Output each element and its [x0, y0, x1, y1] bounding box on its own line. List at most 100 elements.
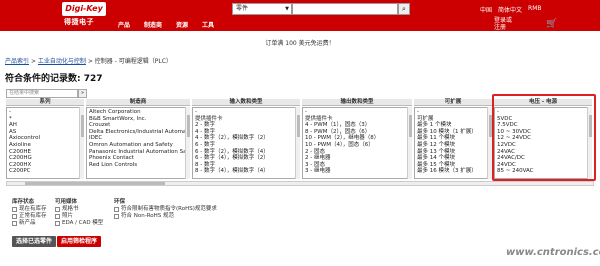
- checkbox[interactable]: [55, 214, 60, 219]
- list-item[interactable]: 最多 1 个模块: [417, 122, 489, 129]
- list-item[interactable]: IDEC: [89, 135, 187, 142]
- checkbox-option[interactable]: 照片: [55, 213, 103, 220]
- list-item[interactable]: 4 - 数字（2），模拟数字（2）: [195, 135, 297, 142]
- facet-scrollbar[interactable]: [295, 107, 300, 179]
- list-item[interactable]: 5VDC: [497, 116, 589, 123]
- digikey-logo[interactable]: Digi-Key: [62, 2, 106, 16]
- checkbox-option[interactable]: 符合限制有害物质指令(RoHS)规范要求: [114, 206, 217, 213]
- checkbox[interactable]: [12, 214, 17, 219]
- list-item[interactable]: *: [9, 116, 81, 123]
- checkbox[interactable]: [12, 207, 17, 212]
- list-item[interactable]: -: [9, 109, 81, 116]
- locale-bar: 中国 简体中文 RMB: [480, 5, 542, 14]
- list-item[interactable]: 3 - 继电器: [305, 168, 409, 175]
- search-icon[interactable]: ⌕: [398, 3, 410, 15]
- filter-search-button[interactable]: »: [78, 89, 87, 98]
- facet-scrollbar[interactable]: [487, 107, 492, 179]
- list-item[interactable]: Panasonic Industrial Automation Sales: [89, 149, 189, 156]
- list-item[interactable]: 最多 11 个模块: [417, 135, 489, 142]
- checkbox-option[interactable]: 新产品: [12, 220, 47, 227]
- facet-scrollbar[interactable]: [587, 107, 592, 179]
- list-item[interactable]: -: [497, 109, 589, 116]
- facet-list[interactable]: - 5VDC 7.5VDC 10 ~ 30VDC 12 ~ 24VDC 12VD…: [494, 107, 592, 179]
- list-item[interactable]: 12 ~ 24VDC: [497, 135, 589, 142]
- facet-list[interactable]: - 提供插件卡 2 - 数字 4 - 数字 4 - 数字（2），模拟数字（2） …: [192, 107, 300, 179]
- list-item[interactable]: C200HX: [9, 162, 81, 169]
- checkbox[interactable]: [55, 221, 60, 226]
- list-item[interactable]: -: [417, 109, 489, 116]
- facet-scrollbar[interactable]: [79, 107, 84, 179]
- list-item[interactable]: 10 - PWM（4），固态（6）: [305, 142, 409, 149]
- checkbox[interactable]: [114, 207, 119, 212]
- checkbox-option[interactable]: 符合 Non-RoHS 规范: [114, 213, 217, 220]
- checkbox-label: 现在有库存: [19, 206, 47, 212]
- login-link[interactable]: 登录或: [494, 17, 512, 24]
- list-item[interactable]: C200HE: [9, 149, 81, 156]
- list-item[interactable]: 6 - 数字: [195, 142, 297, 149]
- nav-products[interactable]: 产品: [118, 20, 130, 29]
- list-item[interactable]: 最多 12 个模块: [417, 142, 489, 149]
- locale-currency[interactable]: RMB: [528, 5, 541, 14]
- apply-selected-button[interactable]: 选择已选零件: [12, 236, 57, 247]
- list-item[interactable]: AS: [9, 129, 81, 136]
- list-item[interactable]: 12VDC: [497, 142, 589, 149]
- breadcrumb-product-index[interactable]: 产品索引: [5, 58, 29, 65]
- checkbox-option[interactable]: 正常有库存: [12, 213, 47, 220]
- search-scope-select[interactable]: 零件 ▼: [232, 3, 292, 15]
- list-item[interactable]: 8 - 数字（4），模拟数字（4）: [195, 168, 297, 175]
- list-item[interactable]: Altech Corporation: [89, 109, 187, 116]
- list-item[interactable]: B&B SmartWorx, Inc.: [89, 116, 187, 123]
- list-item[interactable]: Omron Automation and Safety: [89, 142, 187, 149]
- list-item[interactable]: AH: [9, 122, 81, 129]
- facet-scrollbar[interactable]: [185, 107, 190, 179]
- checkbox-option[interactable]: EDA / CAD 模型: [55, 220, 103, 227]
- list-item[interactable]: 7.5VDC: [497, 122, 589, 129]
- list-item[interactable]: -: [195, 109, 297, 116]
- list-item[interactable]: Axiocontrol: [9, 135, 81, 142]
- checkbox[interactable]: [55, 207, 60, 212]
- list-item[interactable]: -: [305, 109, 409, 116]
- list-item[interactable]: Red Lion Controls: [89, 162, 187, 169]
- list-item[interactable]: 最多 16 模块（3 扩展）: [417, 168, 489, 175]
- nav-tools[interactable]: 工具: [202, 20, 214, 29]
- checkbox[interactable]: [12, 221, 17, 226]
- list-item[interactable]: 2 - 继电器: [305, 155, 409, 162]
- nav-resources[interactable]: 资源: [176, 20, 188, 29]
- list-item[interactable]: 24VDC: [497, 162, 589, 169]
- facet-scrollbar[interactable]: [407, 107, 412, 179]
- locale-language[interactable]: 简体中文: [498, 5, 522, 14]
- checkbox-option[interactable]: 规格书: [55, 206, 103, 213]
- list-item[interactable]: 24VAC/DC: [497, 155, 589, 162]
- list-item[interactable]: Phoenix Contact: [89, 155, 187, 162]
- checkbox-option[interactable]: 现在有库存: [12, 206, 47, 213]
- facet-list[interactable]: - 提供插件卡 4 - PWM（1），固态（3） 8 - PWM（2），固态（6…: [302, 107, 412, 179]
- breadcrumb-industrial[interactable]: 工业自动化与控制: [38, 58, 86, 65]
- reset-filter-button[interactable]: 启用筛检程序: [57, 236, 102, 247]
- horizontal-scrollbar[interactable]: [6, 181, 594, 186]
- facet-list[interactable]: Altech Corporation B&B SmartWorx, Inc. C…: [86, 107, 190, 179]
- list-item[interactable]: Axioline: [9, 142, 81, 149]
- login-register[interactable]: 登录或 注册: [494, 17, 512, 31]
- list-item[interactable]: Crouzet: [89, 122, 187, 129]
- list-item[interactable]: 24VAC: [497, 149, 589, 156]
- search-input[interactable]: [292, 3, 398, 15]
- facet-list[interactable]: - * AH AS Axiocontrol Axioline C200HE C2…: [6, 107, 84, 179]
- list-item[interactable]: 2 - 数字: [195, 122, 297, 129]
- facet-list[interactable]: - 可扩展 最多 1 个模块 最多 10 模块（1 扩展） 最多 11 个模块 …: [414, 107, 492, 179]
- list-item[interactable]: C200PC: [9, 168, 81, 175]
- list-item[interactable]: 4 - PWM（1），固态（3）: [305, 122, 409, 129]
- list-item[interactable]: 10 - PWM（2），继电器（8）: [305, 135, 409, 142]
- list-item[interactable]: 最多 14 个模块: [417, 155, 489, 162]
- checkbox[interactable]: [114, 214, 119, 219]
- breadcrumb-sep: >: [87, 58, 93, 65]
- list-item[interactable]: Delta Electronics/Industrial Automation: [89, 129, 189, 136]
- register-link[interactable]: 注册: [494, 24, 512, 31]
- nav-manufacturers[interactable]: 制造商: [144, 20, 162, 29]
- cart-icon[interactable]: 🛒: [546, 19, 557, 29]
- list-item[interactable]: 6 - 数字（4），模拟数字（2）: [195, 155, 297, 162]
- list-item[interactable]: C200HG: [9, 155, 81, 162]
- filter-search-input[interactable]: 在结果中搜索: [6, 89, 78, 98]
- list-item[interactable]: 10 ~ 30VDC: [497, 129, 589, 136]
- list-item[interactable]: 85 ~ 240VAC: [497, 168, 589, 175]
- locale-country[interactable]: 中国: [480, 5, 492, 14]
